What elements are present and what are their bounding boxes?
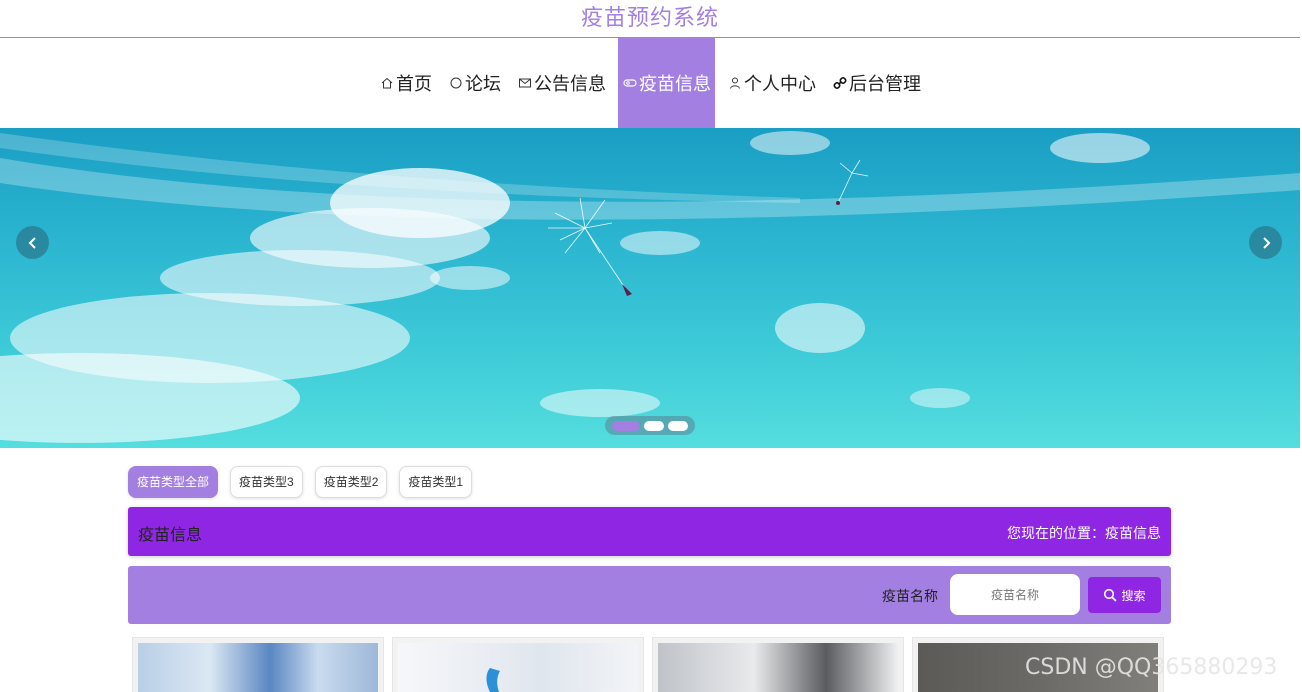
filter-all-button[interactable]: 疫苗类型全部 bbox=[128, 466, 219, 498]
search-button[interactable]: 搜索 bbox=[1088, 577, 1161, 613]
search-bar: 疫苗名称 搜索 bbox=[128, 566, 1171, 624]
filter-type1-button[interactable]: 疫苗类型1 bbox=[399, 466, 473, 498]
carousel-prev-button[interactable] bbox=[16, 226, 49, 259]
breadcrumb: 您现在的位置：疫苗信息 bbox=[1007, 523, 1161, 543]
search-label: 疫苗名称 bbox=[882, 589, 938, 605]
banner-image bbox=[0, 131, 1300, 443]
site-title: 疫苗预约系统 bbox=[580, 6, 719, 31]
carousel-dot[interactable] bbox=[612, 420, 640, 431]
category-filters: 疫苗类型全部 疫苗类型3 疫苗类型2 疫苗类型1 bbox=[128, 466, 473, 498]
vaccine-card[interactable] bbox=[652, 637, 904, 692]
breadcrumb-label: 您现在的位置： bbox=[1007, 526, 1105, 542]
mail-icon bbox=[517, 75, 533, 91]
nav-item-label: 疫苗信息 bbox=[639, 74, 711, 95]
vaccine-card[interactable] bbox=[392, 637, 644, 692]
header: 疫苗预约系统 bbox=[0, 0, 1300, 38]
nav-item-home[interactable]: 首页 bbox=[375, 38, 436, 128]
nav-item-profile[interactable]: 个人中心 bbox=[723, 38, 820, 128]
carousel-dot[interactable] bbox=[668, 420, 688, 431]
filter-type3-button[interactable]: 疫苗类型3 bbox=[230, 466, 303, 498]
link-icon bbox=[832, 75, 848, 91]
carousel-dot[interactable] bbox=[644, 420, 664, 431]
vaccine-card[interactable] bbox=[132, 637, 384, 692]
chevron-left-icon bbox=[28, 236, 36, 249]
watermark: CSDN @QQ365880293 bbox=[1025, 655, 1278, 680]
vaccine-list bbox=[132, 637, 1164, 692]
nav-item-notice[interactable]: 公告信息 bbox=[513, 38, 610, 128]
nav-item-forum[interactable]: 论坛 bbox=[444, 38, 505, 128]
search-input[interactable] bbox=[950, 574, 1080, 615]
chevron-right-icon bbox=[1262, 236, 1270, 249]
nav-item-label: 公告信息 bbox=[534, 74, 606, 95]
filter-type2-button[interactable]: 疫苗类型2 bbox=[314, 466, 388, 498]
search-button-label: 搜索 bbox=[1121, 588, 1146, 603]
chat-icon bbox=[448, 75, 464, 91]
search-icon bbox=[1104, 588, 1118, 602]
pill-icon bbox=[622, 75, 638, 91]
carousel-next-button[interactable] bbox=[1249, 226, 1282, 259]
vaccine-image bbox=[138, 643, 378, 692]
nav-item-admin[interactable]: 后台管理 bbox=[828, 38, 925, 128]
section-title: 疫苗信息 bbox=[138, 525, 203, 544]
banner-carousel[interactable] bbox=[0, 128, 1300, 448]
nav-item-label: 首页 bbox=[396, 74, 432, 95]
vaccine-image bbox=[398, 643, 638, 692]
home-icon bbox=[379, 75, 395, 91]
main-nav: 首页 论坛 公告信息 疫苗信息 个人中心 后台管理 bbox=[0, 38, 1300, 128]
nav-item-label: 个人中心 bbox=[744, 74, 816, 95]
nav-item-label: 论坛 bbox=[465, 74, 501, 95]
user-icon bbox=[727, 75, 743, 91]
section-header: 疫苗信息 您现在的位置：疫苗信息 bbox=[128, 507, 1171, 556]
nav-item-vaccine[interactable]: 疫苗信息 bbox=[618, 38, 715, 128]
nav-item-label: 后台管理 bbox=[849, 74, 921, 95]
vaccine-image bbox=[658, 643, 898, 692]
breadcrumb-current[interactable]: 疫苗信息 bbox=[1105, 526, 1161, 542]
carousel-indicators bbox=[605, 416, 695, 435]
